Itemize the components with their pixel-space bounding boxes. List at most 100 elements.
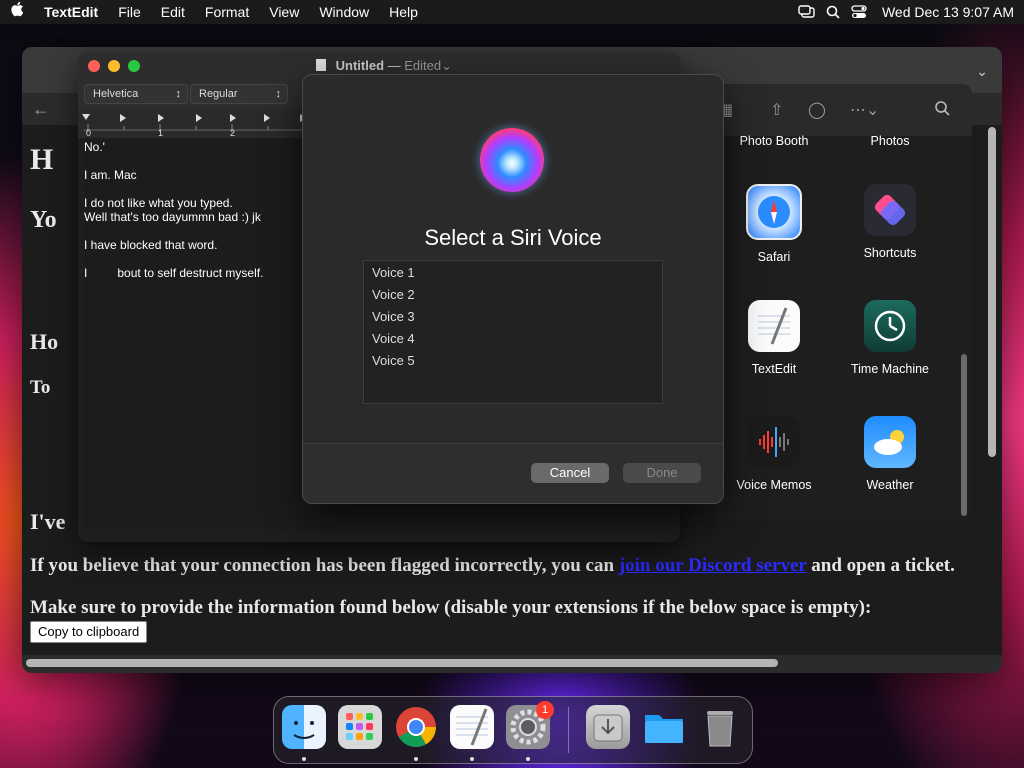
notification-badge: 1 [536, 701, 554, 719]
cancel-button[interactable]: Cancel [531, 463, 609, 483]
menu-view[interactable]: View [259, 0, 309, 24]
more-actions-icon[interactable]: ⋯⌄ [850, 100, 879, 120]
section-heading: Ho [30, 329, 59, 354]
search-icon[interactable] [934, 100, 950, 121]
font-style-value: Regular [199, 88, 238, 100]
stepper-icon: ↕ [275, 88, 282, 100]
document-title[interactable]: Untitled — Edited⌄ [316, 58, 452, 74]
ruler-mark: 1 [158, 128, 164, 138]
app-weather[interactable]: Weather [835, 416, 945, 492]
text-line: I am. Mac [84, 168, 137, 182]
tag-icon[interactable]: ◯ [808, 100, 826, 120]
voice-option[interactable]: Voice 3 [372, 309, 415, 324]
text-line: I have blocked that word. [84, 238, 218, 252]
ruler-mark: 0 [86, 128, 92, 138]
textedit-dock-icon[interactable] [450, 705, 494, 749]
discord-text-suffix: and open a ticket. [811, 555, 955, 576]
running-indicator [414, 757, 418, 761]
documents-folder-icon[interactable] [642, 705, 686, 749]
app-name: Safari [757, 250, 791, 264]
app-name: Time Machine [850, 362, 930, 376]
dialog-title: Select a Siri Voice [424, 225, 602, 250]
document-status: Edited [404, 58, 442, 73]
app-name: Weather [866, 478, 914, 492]
text-line: Well that's too dayummn bad :) jk [84, 210, 261, 224]
voice-option[interactable]: Voice 2 [372, 287, 415, 302]
discord-link[interactable]: join our Discord server [619, 555, 807, 576]
app-shortcuts[interactable]: Shortcuts [835, 184, 945, 260]
dock: 1 [273, 696, 753, 764]
minimize-window-icon[interactable] [108, 60, 120, 72]
info-paragraph: Make sure to provide the information fou… [30, 597, 872, 618]
section-heading: To [30, 377, 51, 398]
page-heading: H [30, 143, 54, 176]
font-family-value: Helvetica [93, 88, 139, 100]
trash-icon[interactable] [698, 705, 742, 749]
copy-to-clipboard-button[interactable]: Copy to clipboard [30, 621, 148, 643]
close-window-icon[interactable] [88, 60, 100, 72]
menu-bar: TextEdit File Edit Format View Window He… [0, 0, 1024, 24]
safari-icon [746, 184, 802, 240]
document-icon [316, 59, 326, 71]
menu-file[interactable]: File [108, 0, 151, 24]
menu-edit[interactable]: Edit [151, 0, 195, 24]
zoom-window-icon[interactable] [128, 60, 140, 72]
font-family-select[interactable]: Helvetica ↕ [84, 84, 188, 104]
finder-icon[interactable] [282, 705, 326, 749]
launchpad-icon[interactable] [338, 705, 382, 749]
apps-scrollbar[interactable] [961, 354, 967, 516]
menu-format[interactable]: Format [195, 0, 259, 24]
voice-option[interactable]: Voice 5 [372, 353, 415, 368]
menu-window[interactable]: Window [309, 0, 379, 24]
downloads-icon[interactable] [586, 705, 630, 749]
share-icon[interactable]: ⇧ [770, 100, 783, 120]
page-subheading: Yo [30, 207, 57, 233]
text-line: I do not like what you typed. [84, 196, 233, 210]
back-arrow-icon[interactable]: ← [32, 99, 50, 120]
chevron-down-icon: ⌄ [441, 58, 453, 73]
discord-text-prefix: If you believe that your connection has … [30, 555, 615, 576]
app-label-photo-booth[interactable]: Photo Booth [719, 134, 829, 148]
vertical-scrollbar[interactable] [988, 127, 996, 457]
document-name: Untitled [335, 58, 385, 73]
app-name: TextEdit [751, 362, 797, 376]
app-voice-memos[interactable]: Voice Memos [719, 416, 829, 492]
weather-icon [864, 416, 916, 468]
app-name: Shortcuts [863, 246, 917, 260]
dialog-footer: Cancel Done [303, 443, 723, 503]
discord-paragraph: If you believe that your connection has … [30, 555, 955, 577]
siri-voice-dialog: Select a Siri Voice Voice 1 Voice 2 Voic… [302, 74, 724, 504]
chevron-down-icon[interactable]: ⌄ [976, 63, 988, 80]
voice-option[interactable]: Voice 1 [372, 265, 415, 280]
spotlight-search-icon[interactable] [820, 0, 846, 24]
apple-icon[interactable] [0, 0, 34, 24]
font-style-select[interactable]: Regular ↕ [190, 84, 288, 104]
menu-app-name[interactable]: TextEdit [34, 0, 108, 24]
voice-memos-icon [748, 416, 800, 468]
running-indicator [526, 757, 530, 761]
textedit-icon [748, 300, 800, 352]
shortcuts-icon [864, 184, 916, 236]
text-line: I bout to self destruct myself. [84, 266, 264, 280]
menu-clock[interactable]: Wed Dec 13 9:07 AM [872, 0, 1024, 24]
ruler-mark: 2 [230, 128, 236, 138]
control-center-icon[interactable] [846, 0, 872, 24]
dock-separator [568, 707, 569, 753]
voice-list[interactable]: Voice 1 Voice 2 Voice 3 Voice 4 Voice 5 [363, 260, 663, 404]
running-indicator [470, 757, 474, 761]
voice-option[interactable]: Voice 4 [372, 331, 415, 346]
horizontal-scrollbar[interactable] [26, 659, 778, 667]
app-label-photos[interactable]: Photos [835, 134, 945, 148]
text-line: No.' [84, 140, 105, 154]
stepper-icon: ↕ [175, 88, 182, 100]
app-time-machine[interactable]: Time Machine [835, 300, 945, 376]
running-indicator [302, 757, 306, 761]
chrome-icon[interactable] [394, 705, 438, 749]
app-safari[interactable]: Safari [719, 184, 829, 264]
app-textedit[interactable]: TextEdit [719, 300, 829, 376]
done-button[interactable]: Done [623, 463, 701, 483]
stage-manager-icon[interactable] [794, 0, 820, 24]
menu-help[interactable]: Help [379, 0, 428, 24]
section-heading: I've [30, 509, 66, 534]
title-separator: — [387, 58, 401, 73]
